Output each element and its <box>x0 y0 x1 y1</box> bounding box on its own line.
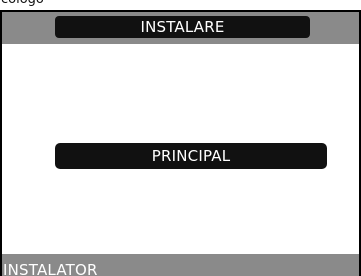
screen-title-label: INSTALARE <box>140 18 225 36</box>
top-cropped-text: cologo <box>0 0 60 10</box>
menu-item-label: PRINCIPAL <box>151 147 231 165</box>
screen-title: INSTALARE <box>55 16 310 38</box>
status-bar: INSTALATOR <box>2 254 359 276</box>
top-cropped-text-label: cologo <box>1 0 44 7</box>
menu-item-principal[interactable]: PRINCIPAL <box>55 143 327 169</box>
status-bar-label: INSTALATOR <box>3 261 98 276</box>
